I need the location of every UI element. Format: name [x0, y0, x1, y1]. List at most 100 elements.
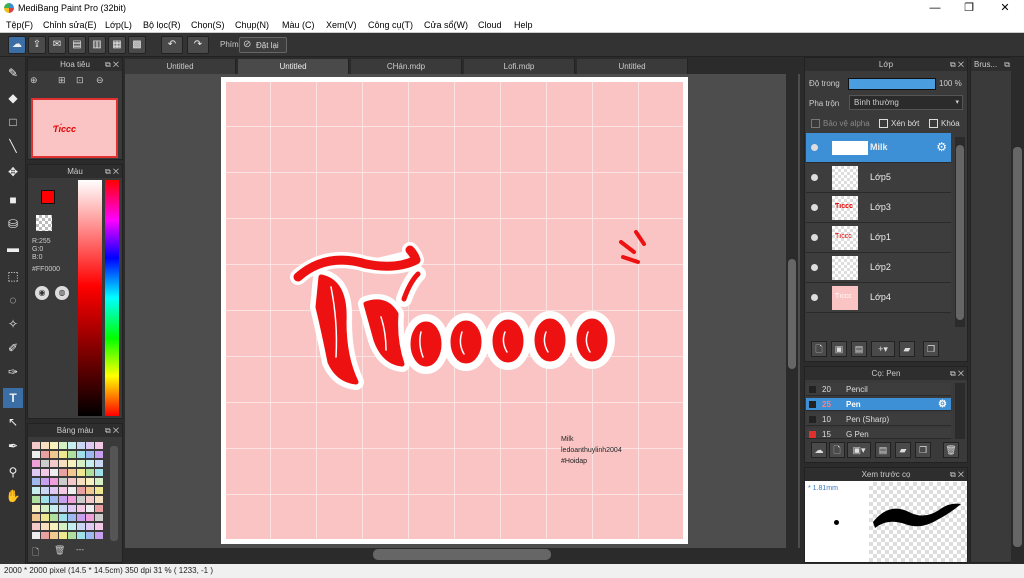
palette-swatch[interactable] — [59, 442, 67, 449]
menu-help[interactable]: Help — [514, 20, 533, 30]
menu-color[interactable]: Màu (C) — [282, 20, 315, 30]
menu-file[interactable]: Tệp(F) — [6, 20, 33, 30]
palette-swatch[interactable] — [86, 514, 94, 521]
undo-icon[interactable]: ↶ — [161, 36, 183, 54]
palette-swatch[interactable] — [77, 487, 85, 494]
new-layer-8bit-icon[interactable]: ▣ — [831, 341, 847, 357]
visibility-icon[interactable] — [811, 294, 818, 301]
undock-icon[interactable]: ⧉ — [1004, 58, 1010, 71]
palette-swatch[interactable] — [41, 487, 49, 494]
new-palette-icon[interactable]: 🗋 — [32, 545, 39, 561]
undock-icon[interactable]: ⧉ ✕ — [950, 58, 964, 71]
select-pen-tool-icon[interactable]: ✐ — [3, 338, 23, 358]
palette-swatch[interactable] — [86, 478, 94, 485]
palette-swatch[interactable] — [95, 505, 103, 512]
palette-swatch[interactable] — [32, 514, 40, 521]
palette-swatch[interactable] — [95, 460, 103, 467]
tab-untitled-1[interactable]: Untitled — [125, 59, 236, 74]
menu-window[interactable]: Cửa sổ(W) — [424, 20, 468, 30]
palette-swatch[interactable] — [95, 523, 103, 530]
palette-swatch[interactable] — [77, 469, 85, 476]
protect-alpha-checkbox[interactable] — [811, 119, 820, 128]
tab-lofi[interactable]: Lofi.mdp — [464, 59, 575, 74]
layer-row-lop5[interactable]: Lớp5 — [806, 163, 951, 193]
palette-swatch[interactable] — [95, 442, 103, 449]
gear-icon[interactable]: ⚙ — [936, 140, 947, 154]
tab-untitled-3[interactable]: Untitled — [577, 59, 688, 74]
new-layer-1bit-icon[interactable]: ▤ — [851, 341, 867, 357]
brush-item-pencil[interactable]: 20 Pencil — [806, 383, 951, 396]
navigator-preview[interactable]: Ƭı́ccc — [31, 98, 118, 158]
vertical-scroll-thumb[interactable] — [788, 259, 796, 369]
palette-swatch[interactable] — [50, 478, 58, 485]
palette-swatch[interactable] — [77, 532, 85, 539]
palette-swatch[interactable] — [68, 496, 76, 503]
palette-swatch[interactable] — [86, 442, 94, 449]
brightness-slider[interactable] — [78, 180, 102, 416]
blend-mode-select[interactable]: Bình thường ▾ — [849, 95, 963, 110]
document-icon[interactable]: ▥ — [88, 36, 106, 54]
palette-swatch[interactable] — [50, 451, 58, 458]
palette-swatch[interactable] — [41, 478, 49, 485]
palette-swatch[interactable] — [32, 478, 40, 485]
palette-swatch[interactable] — [50, 505, 58, 512]
menu-cloud[interactable]: Cloud — [478, 20, 502, 30]
layer-row-lop2[interactable]: Lớp2 — [806, 253, 951, 283]
palette-swatch[interactable] — [59, 514, 67, 521]
visibility-icon[interactable] — [811, 264, 818, 271]
bucket-tool-icon[interactable]: ⛁ — [3, 214, 23, 234]
palette-swatch[interactable] — [59, 523, 67, 530]
palette-swatch[interactable] — [68, 487, 76, 494]
palette-swatch[interactable] — [95, 514, 103, 521]
blur-tool-icon[interactable]: ✒ — [3, 436, 23, 456]
undock-icon[interactable]: ⧉ ✕ — [105, 424, 119, 437]
palette-swatch[interactable] — [68, 505, 76, 512]
message-icon[interactable]: ▤ — [68, 36, 86, 54]
palette-swatch[interactable] — [68, 451, 76, 458]
palette-swatch[interactable] — [41, 514, 49, 521]
undock-icon[interactable]: ⧉ ✕ — [105, 58, 119, 71]
folder-icon[interactable]: ▰ — [899, 341, 915, 357]
palette-swatch[interactable] — [68, 523, 76, 530]
palette-swatch[interactable] — [41, 496, 49, 503]
visibility-icon[interactable] — [811, 204, 818, 211]
rectangle-tool-icon[interactable]: □ — [3, 112, 23, 132]
zoom-reset-icon[interactable]: ⊞ — [58, 75, 66, 86]
menu-edit[interactable]: Chỉnh sửa(E) — [43, 20, 97, 30]
palette-swatch[interactable] — [50, 523, 58, 530]
palette-swatch[interactable] — [32, 505, 40, 512]
brush-size-scroll-thumb[interactable] — [1013, 147, 1022, 547]
palette-swatch[interactable] — [50, 514, 58, 521]
eyedropper-tool-icon[interactable]: ⚲ — [3, 462, 23, 482]
redo-icon[interactable]: ↷ — [187, 36, 209, 54]
undock-icon[interactable]: ⧉ ✕ — [950, 367, 964, 380]
fit-icon[interactable]: ⊡ — [76, 75, 84, 86]
palette-swatch[interactable] — [59, 505, 67, 512]
palette-swatch[interactable] — [77, 451, 85, 458]
palette-swatch[interactable] — [50, 487, 58, 494]
palette-swatch[interactable] — [59, 460, 67, 467]
layer-row-milk[interactable]: Milk ⚙ — [806, 133, 951, 163]
share-icon[interactable]: ⇪ — [28, 36, 46, 54]
palette-swatch[interactable] — [41, 505, 49, 512]
brush-size-scrollbar[interactable] — [1011, 57, 1024, 563]
palette-swatch[interactable] — [77, 496, 85, 503]
transparent-swatch[interactable] — [36, 215, 52, 231]
palette-swatch[interactable] — [32, 442, 40, 449]
palette-swatch[interactable] — [59, 451, 67, 458]
eraser-tool-icon[interactable]: ◆ — [3, 88, 23, 108]
layer-row-lop4[interactable]: Ƭıccc Lớp4 — [806, 283, 951, 313]
brush-item-g-pen[interactable]: 15 G Pen — [806, 428, 951, 439]
palette-swatch[interactable] — [95, 469, 103, 476]
brush-item-pen-sharp[interactable]: 10 Pen (Sharp) — [806, 413, 951, 426]
new-brush-icon[interactable]: 🗋 — [829, 442, 845, 458]
comment-icon[interactable]: ✉ — [48, 36, 66, 54]
fill-rect-tool-icon[interactable]: ■ — [3, 190, 23, 210]
hue-slider[interactable] — [105, 180, 119, 416]
color-picker-icon[interactable]: ◍ — [55, 286, 69, 300]
palette-swatch[interactable] — [41, 460, 49, 467]
brush-tool-icon[interactable]: ✎ — [3, 63, 23, 83]
cloud-icon[interactable]: ☁ — [8, 36, 26, 54]
palette-swatch[interactable] — [86, 451, 94, 458]
add-layer-menu-icon[interactable]: +▾ — [871, 341, 895, 357]
